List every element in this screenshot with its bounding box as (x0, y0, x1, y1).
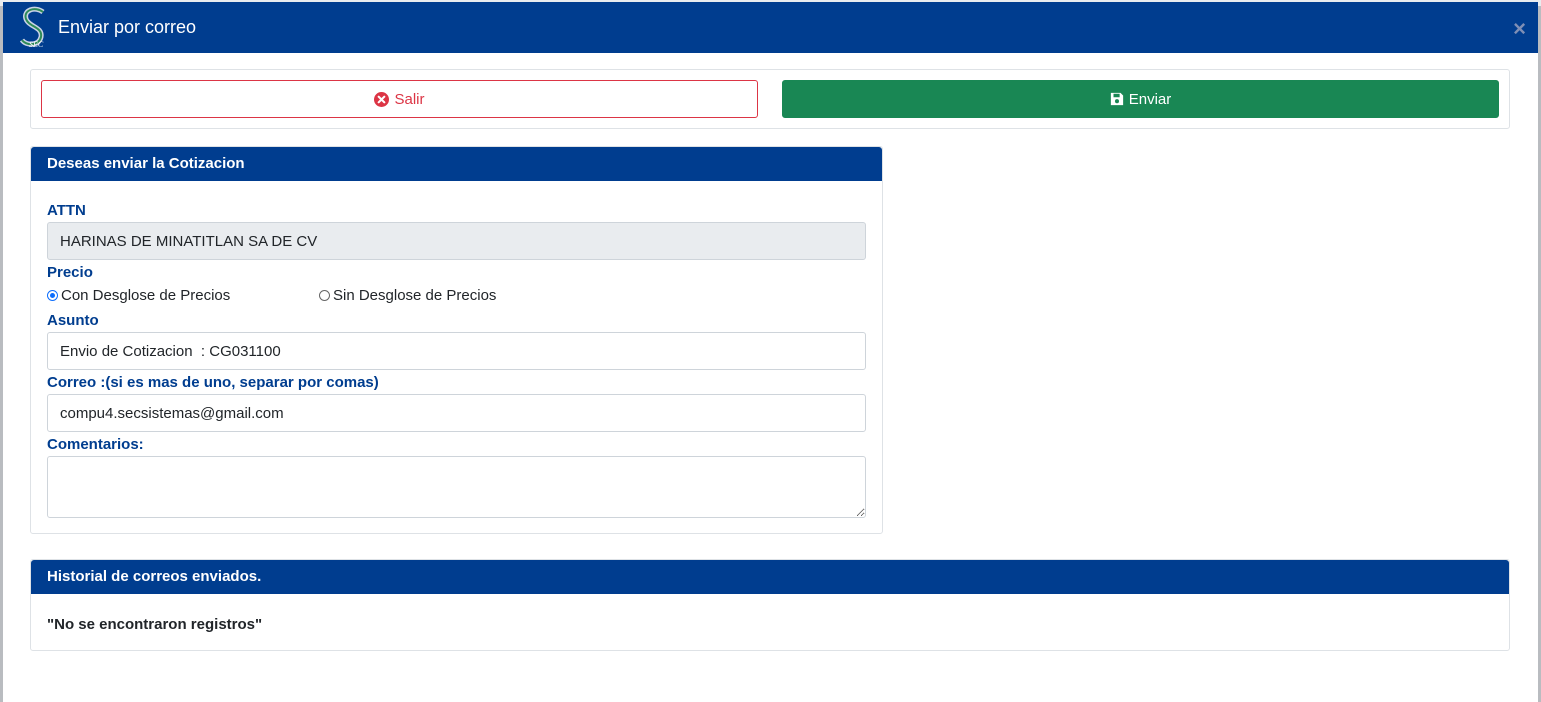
send-button[interactable]: Enviar (782, 80, 1499, 118)
price-option-with-breakdown[interactable]: Con Desglose de Precios (47, 287, 319, 304)
email-label: Correo :(si es mas de uno, separar por c… (47, 374, 379, 391)
subject-label: Asunto (47, 312, 99, 329)
modal-title: Enviar por correo (58, 17, 197, 37)
price-option-without-breakdown[interactable]: Sin Desglose de Precios (319, 287, 496, 304)
radio-with-breakdown-label: Con Desglose de Precios (61, 287, 231, 304)
sec-logo-icon: SEC (19, 6, 45, 49)
email-history-card: Historial de correos enviados. "No se en… (30, 559, 1510, 651)
attn-field[interactable] (47, 222, 866, 260)
exit-button[interactable]: Salir (41, 80, 758, 118)
subject-input[interactable] (47, 332, 866, 370)
email-input[interactable] (47, 394, 866, 432)
price-radio-group: Con Desglose de Precios Sin Desglose de … (47, 287, 496, 304)
svg-text:SEC: SEC (29, 40, 44, 49)
comments-label: Comentarios: (47, 436, 144, 453)
send-button-label: Enviar (1128, 90, 1172, 108)
email-history-header: Historial de correos enviados. (31, 560, 1509, 594)
send-quote-card: Deseas enviar la Cotizacion ATTN Precio … (30, 146, 883, 534)
save-icon (1110, 92, 1124, 106)
exit-button-label: Salir (394, 90, 425, 108)
send-quote-header: Deseas enviar la Cotizacion (31, 147, 882, 181)
email-modal: SEC Enviar por correo × Salir Enviar Des… (3, 2, 1538, 702)
close-circle-icon (374, 91, 390, 107)
modal-header: SEC Enviar por correo × (3, 2, 1538, 53)
radio-without-breakdown-label: Sin Desglose de Precios (333, 287, 497, 304)
action-bar: Salir Enviar (30, 69, 1510, 129)
price-label: Precio (47, 264, 93, 281)
attn-label: ATTN (47, 202, 86, 219)
comments-textarea[interactable] (47, 456, 866, 518)
close-icon[interactable]: × (1513, 16, 1526, 42)
radio-without-breakdown[interactable] (319, 290, 330, 301)
no-records-text: "No se encontraron registros" (47, 616, 263, 633)
radio-with-breakdown[interactable] (47, 290, 58, 301)
